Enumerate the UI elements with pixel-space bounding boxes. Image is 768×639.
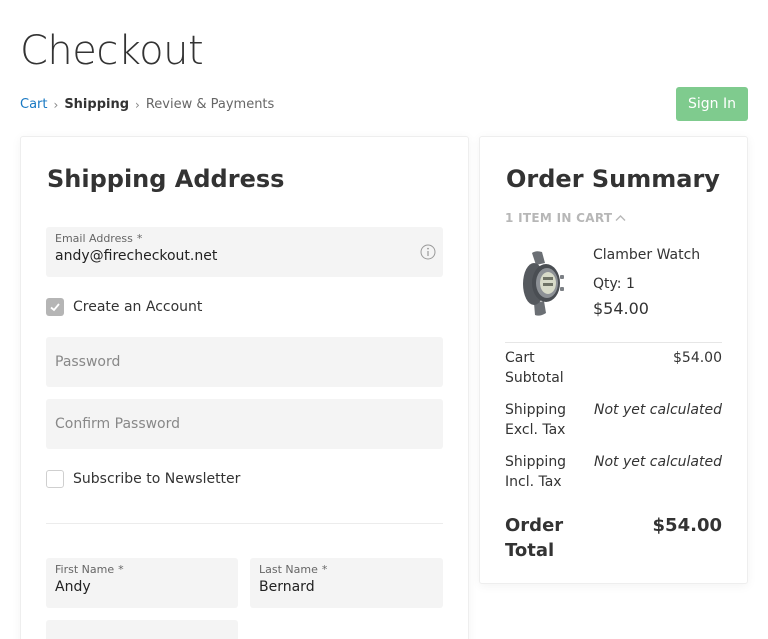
chevron-up-icon	[615, 215, 626, 221]
checkmark-icon	[50, 303, 60, 312]
email-value: andy@firecheckout.net	[55, 248, 218, 264]
cart-subtotal-label: Cart Subtotal	[505, 350, 564, 386]
breadcrumb-review-payments: Review & Payments	[145, 97, 275, 112]
order-total-label: Order Total	[505, 515, 564, 561]
first-name-label: First Name *	[55, 563, 124, 576]
first-name-value: Andy	[55, 579, 91, 595]
create-account-checkbox[interactable]: Create an Account	[46, 298, 202, 316]
checkbox-unchecked[interactable]	[46, 470, 64, 488]
shipping-excl-tax-row: Shipping Excl. Tax Not yet calculated	[505, 400, 722, 440]
last-name-label: Last Name *	[259, 563, 328, 576]
breadcrumb-separator: ›	[53, 97, 59, 112]
cart-subtotal-value: $54.00	[673, 350, 722, 366]
items-in-cart-toggle[interactable]: 1 ITEM IN CART	[505, 211, 626, 225]
items-in-cart-label: 1 ITEM IN CART	[505, 211, 613, 225]
shipping-excl-tax-label: Shipping Excl. Tax	[505, 402, 567, 438]
product-qty: Qty: 1	[593, 276, 635, 292]
email-label: Email Address *	[55, 232, 143, 245]
last-name-value: Bernard	[259, 579, 315, 595]
order-summary-heading: Order Summary	[506, 165, 720, 193]
create-account-label: Create an Account	[73, 299, 203, 315]
order-total-row: Order Total $54.00	[505, 513, 722, 563]
shipping-incl-tax-label: Shipping Incl. Tax	[505, 454, 567, 490]
sign-in-button[interactable]: Sign In	[676, 87, 748, 121]
confirm-password-placeholder: Confirm Password	[55, 416, 181, 432]
section-divider	[46, 523, 443, 524]
breadcrumb-separator: ›	[135, 97, 140, 112]
info-icon[interactable]	[420, 244, 436, 260]
product-name[interactable]: Clamber Watch	[593, 247, 700, 263]
required-marker: *	[136, 232, 143, 245]
shipping-incl-tax-value: Not yet calculated	[593, 454, 722, 470]
product-price: $54.00	[593, 299, 649, 318]
password-placeholder: Password	[55, 354, 121, 370]
breadcrumb-cart-link[interactable]: Cart	[20, 97, 48, 112]
password-field[interactable]: Password	[46, 337, 443, 387]
order-summary-panel: Order Summary 1 ITEM IN CART Clamber Wat…	[479, 136, 748, 584]
newsletter-label: Subscribe to Newsletter	[73, 471, 241, 487]
confirm-password-field[interactable]: Confirm Password	[46, 399, 443, 449]
shipping-address-panel: Shipping Address Email Address * andy@fir…	[20, 136, 469, 639]
checkbox-checked[interactable]	[46, 298, 64, 316]
newsletter-checkbox[interactable]: Subscribe to Newsletter	[46, 470, 240, 488]
product-image	[523, 251, 564, 316]
breadcrumb-shipping: Shipping	[64, 97, 130, 112]
first-name-field[interactable]: First Name * Andy	[46, 558, 238, 608]
page-title: Checkout	[20, 28, 204, 74]
email-field[interactable]: Email Address * andy@firecheckout.net	[46, 227, 443, 277]
address-field[interactable]	[46, 620, 238, 639]
shipping-incl-tax-row: Shipping Incl. Tax Not yet calculated	[505, 452, 722, 492]
totals-divider	[505, 342, 722, 343]
shipping-address-heading: Shipping Address	[47, 165, 285, 193]
breadcrumb: Cart › Shipping › Review & Payments	[20, 97, 274, 112]
shipping-excl-tax-value: Not yet calculated	[593, 402, 722, 418]
required-marker: *	[118, 563, 124, 576]
last-name-field[interactable]: Last Name * Bernard	[250, 558, 443, 608]
order-total-value: $54.00	[652, 515, 722, 536]
required-marker: *	[321, 563, 328, 576]
cart-subtotal-row: Cart Subtotal $54.00	[505, 348, 722, 388]
